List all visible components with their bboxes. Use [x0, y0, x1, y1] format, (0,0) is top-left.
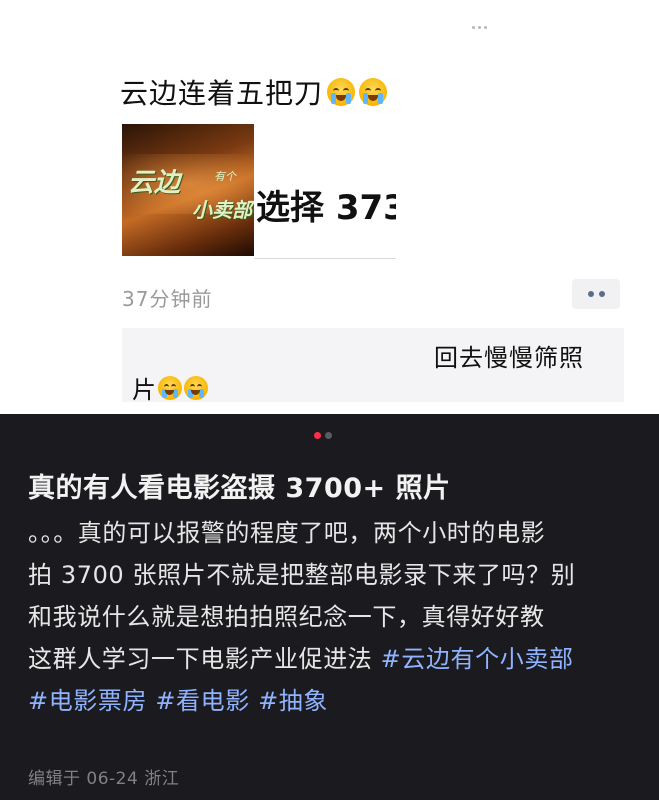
hashtag-link[interactable]: #云边有个小卖部	[381, 645, 574, 673]
thumbnail-logo-tiny: 有个	[214, 170, 236, 183]
pager-dot[interactable]	[325, 432, 332, 439]
shared-card: 选择 373	[254, 140, 396, 259]
crying-emoji-icon	[184, 375, 208, 400]
reply-text-line1: 回去慢慢筛照	[434, 344, 584, 372]
embedded-screenshot: 云边连着五把刀 云边 有个 小卖部 选择 373 37分钟前 回去慢慢筛照 片	[0, 0, 659, 414]
note-body-line: 。。。真的可以报警的程度了吧，两个小时的电影	[28, 519, 546, 547]
crying-emoji-icon	[158, 375, 182, 400]
hashtag-link[interactable]: #抽象	[258, 687, 328, 715]
reply-text-line2: 片	[132, 370, 208, 405]
edit-meta: 编辑于 06-24 浙江	[28, 769, 180, 789]
screenshot-post-title: 云边连着五把刀	[120, 72, 388, 112]
more-dots-icon	[472, 26, 494, 32]
reply-text-line2-text: 片	[132, 376, 156, 404]
thumbnail-logo-small: 小卖部	[192, 198, 252, 222]
more-options-button[interactable]	[572, 279, 620, 309]
note-body-line-text: 这群人学习一下电影产业促进法	[28, 645, 373, 673]
post-time: 37分钟前	[122, 287, 213, 311]
pager-dot-active[interactable]	[314, 432, 321, 439]
reply-comment: 回去慢慢筛照 片	[122, 328, 624, 405]
hashtag-link[interactable]: #看电影	[155, 687, 250, 715]
note-body: 。。。真的可以报警的程度了吧，两个小时的电影 拍 3700 张照片不就是把整部电…	[28, 512, 638, 722]
note-body-line: 拍 3700 张照片不就是把整部电影录下来了吗？别	[28, 561, 576, 589]
hashtag-link[interactable]: #电影票房	[28, 687, 147, 715]
screenshot-post-title-text: 云边连着五把刀	[120, 77, 324, 110]
note-title: 真的有人看电影盗摄 3700+ 照片	[28, 473, 451, 504]
image-pager[interactable]	[314, 432, 332, 439]
hashtag-row: #电影票房 #看电影 #抽象	[28, 680, 638, 722]
thumbnail-logo-big: 云边	[128, 168, 181, 198]
note-body-line: 和我说什么就是想拍拍照纪念一下，真得好好教	[28, 603, 545, 631]
movie-thumbnail: 云边 有个 小卖部	[122, 124, 254, 256]
note-body-line-with-tag: 这群人学习一下电影产业促进法 #云边有个小卖部	[28, 638, 638, 680]
shared-card-text: 选择 373	[256, 188, 396, 228]
crying-emoji-icon	[359, 78, 388, 106]
crying-emoji-icon	[327, 78, 356, 106]
